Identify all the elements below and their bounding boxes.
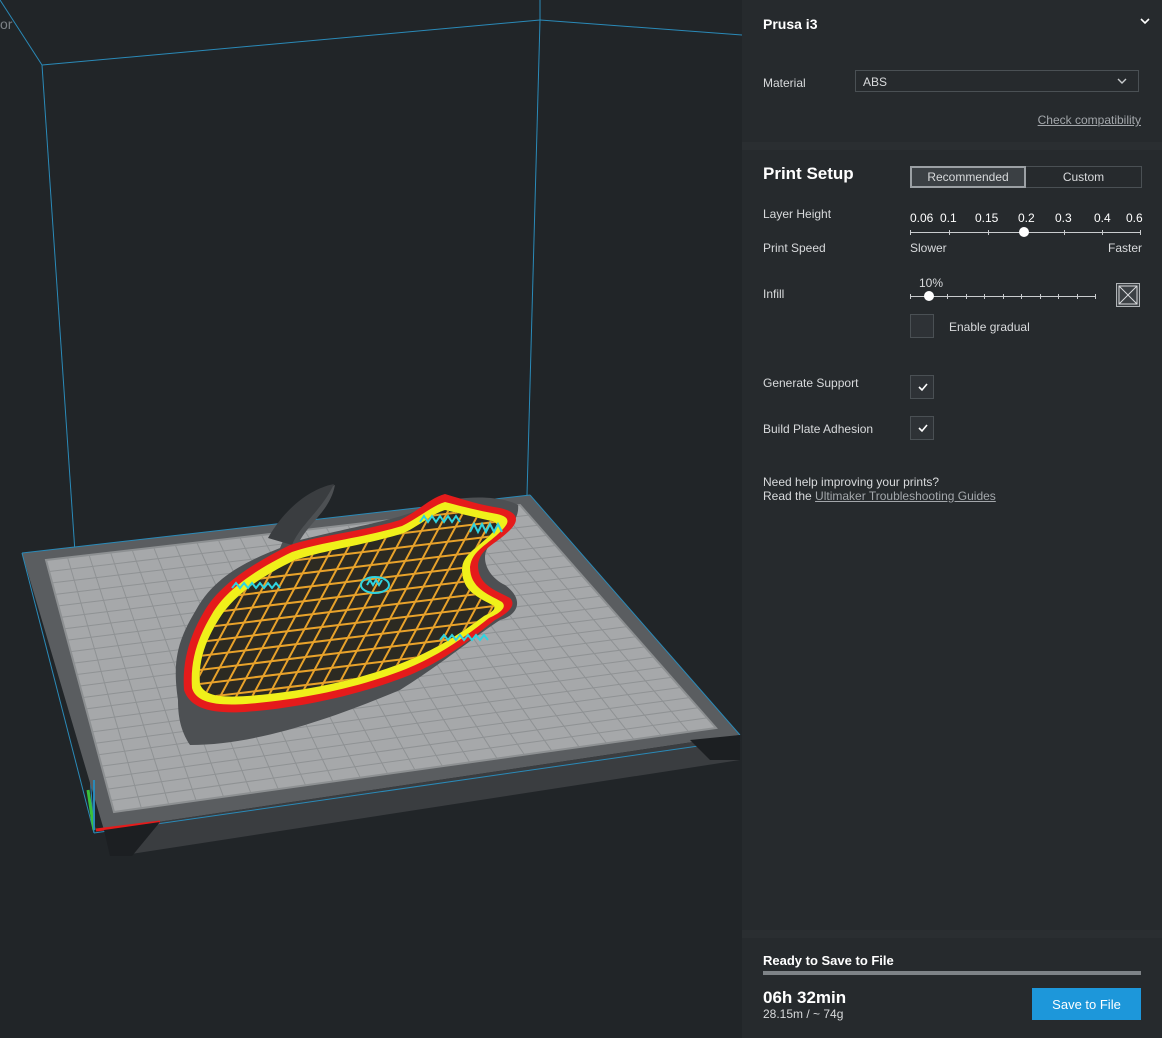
machine-selector[interactable]: Prusa i3 bbox=[763, 16, 817, 32]
settings-sidebar: Prusa i3 Material ABS Check compatibilit… bbox=[742, 0, 1162, 1038]
print-setup-title: Print Setup bbox=[763, 164, 854, 183]
infill-handle[interactable] bbox=[924, 291, 934, 301]
layer-height-tick-label: 0.06 bbox=[910, 211, 934, 225]
layer-height-tick-label: 0.4 bbox=[1094, 211, 1111, 225]
layer-height-handle[interactable] bbox=[1019, 227, 1029, 237]
3d-viewport[interactable]: or bbox=[0, 0, 742, 1038]
tab-recommended[interactable]: Recommended bbox=[910, 166, 1026, 188]
job-status-title: Ready to Save to File bbox=[763, 953, 894, 968]
print-time: 06h 32min bbox=[763, 988, 847, 1007]
checkmark-icon bbox=[918, 424, 928, 433]
chevron-down-icon[interactable] bbox=[1139, 15, 1151, 27]
material-label: Material bbox=[763, 76, 806, 90]
help-text-line2: Read the Ultimaker Troubleshooting Guide… bbox=[763, 489, 996, 503]
print-speed-faster: Faster bbox=[1108, 241, 1143, 255]
layer-height-tick-label: 0.3 bbox=[1055, 211, 1072, 225]
enable-gradual-checkbox[interactable] bbox=[910, 314, 934, 338]
print-speed-label: Print Speed bbox=[763, 241, 826, 255]
layer-height-label: Layer Height bbox=[763, 207, 832, 221]
help-text-line1: Need help improving your prints? bbox=[763, 475, 940, 489]
infill-pattern-icon bbox=[1116, 283, 1140, 307]
slicing-progress-bar bbox=[763, 971, 1141, 975]
layer-height-tick-label: 0.2 bbox=[1018, 211, 1035, 225]
print-setup-section: Print Setup Recommended Custom Layer Hei… bbox=[742, 150, 1162, 930]
build-plate-adhesion-label: Build Plate Adhesion bbox=[763, 422, 874, 436]
enable-gradual-label: Enable gradual bbox=[949, 320, 1030, 334]
chevron-down-icon bbox=[1117, 78, 1127, 84]
build-plate-adhesion-checkbox[interactable] bbox=[910, 416, 934, 440]
generate-support-checkbox[interactable] bbox=[910, 375, 934, 399]
tab-custom[interactable]: Custom bbox=[1026, 166, 1142, 188]
layer-height-tick-label: 0.6 bbox=[1126, 211, 1143, 225]
checkmark-icon bbox=[918, 383, 928, 392]
print-speed-slower: Slower bbox=[910, 241, 947, 255]
material-dropdown[interactable]: ABS bbox=[855, 70, 1139, 92]
layer-height-tick-label: 0.1 bbox=[940, 211, 957, 225]
viewport-corner-text: or bbox=[0, 16, 13, 32]
generate-support-label: Generate Support bbox=[763, 376, 859, 390]
save-to-file-button[interactable]: Save to File bbox=[1032, 988, 1141, 1020]
troubleshooting-guides-link[interactable]: Ultimaker Troubleshooting Guides bbox=[815, 489, 996, 503]
job-status-section: Ready to Save to File 06h 32min 28.15m /… bbox=[742, 938, 1162, 1038]
help-text-prefix: Read the bbox=[763, 489, 816, 503]
layer-height-tick-label: 0.15 bbox=[975, 211, 999, 225]
check-compatibility-link[interactable]: Check compatibility bbox=[1038, 113, 1141, 127]
machine-section: Prusa i3 Material ABS Check compatibilit… bbox=[742, 0, 1162, 142]
infill-label: Infill bbox=[763, 287, 785, 301]
slicing-progress-fill bbox=[763, 971, 1141, 975]
material-value: ABS bbox=[863, 75, 888, 89]
infill-value: 10% bbox=[919, 276, 944, 290]
material-usage: 28.15m / ~ 74g bbox=[763, 1007, 844, 1021]
build-scene bbox=[0, 0, 742, 856]
